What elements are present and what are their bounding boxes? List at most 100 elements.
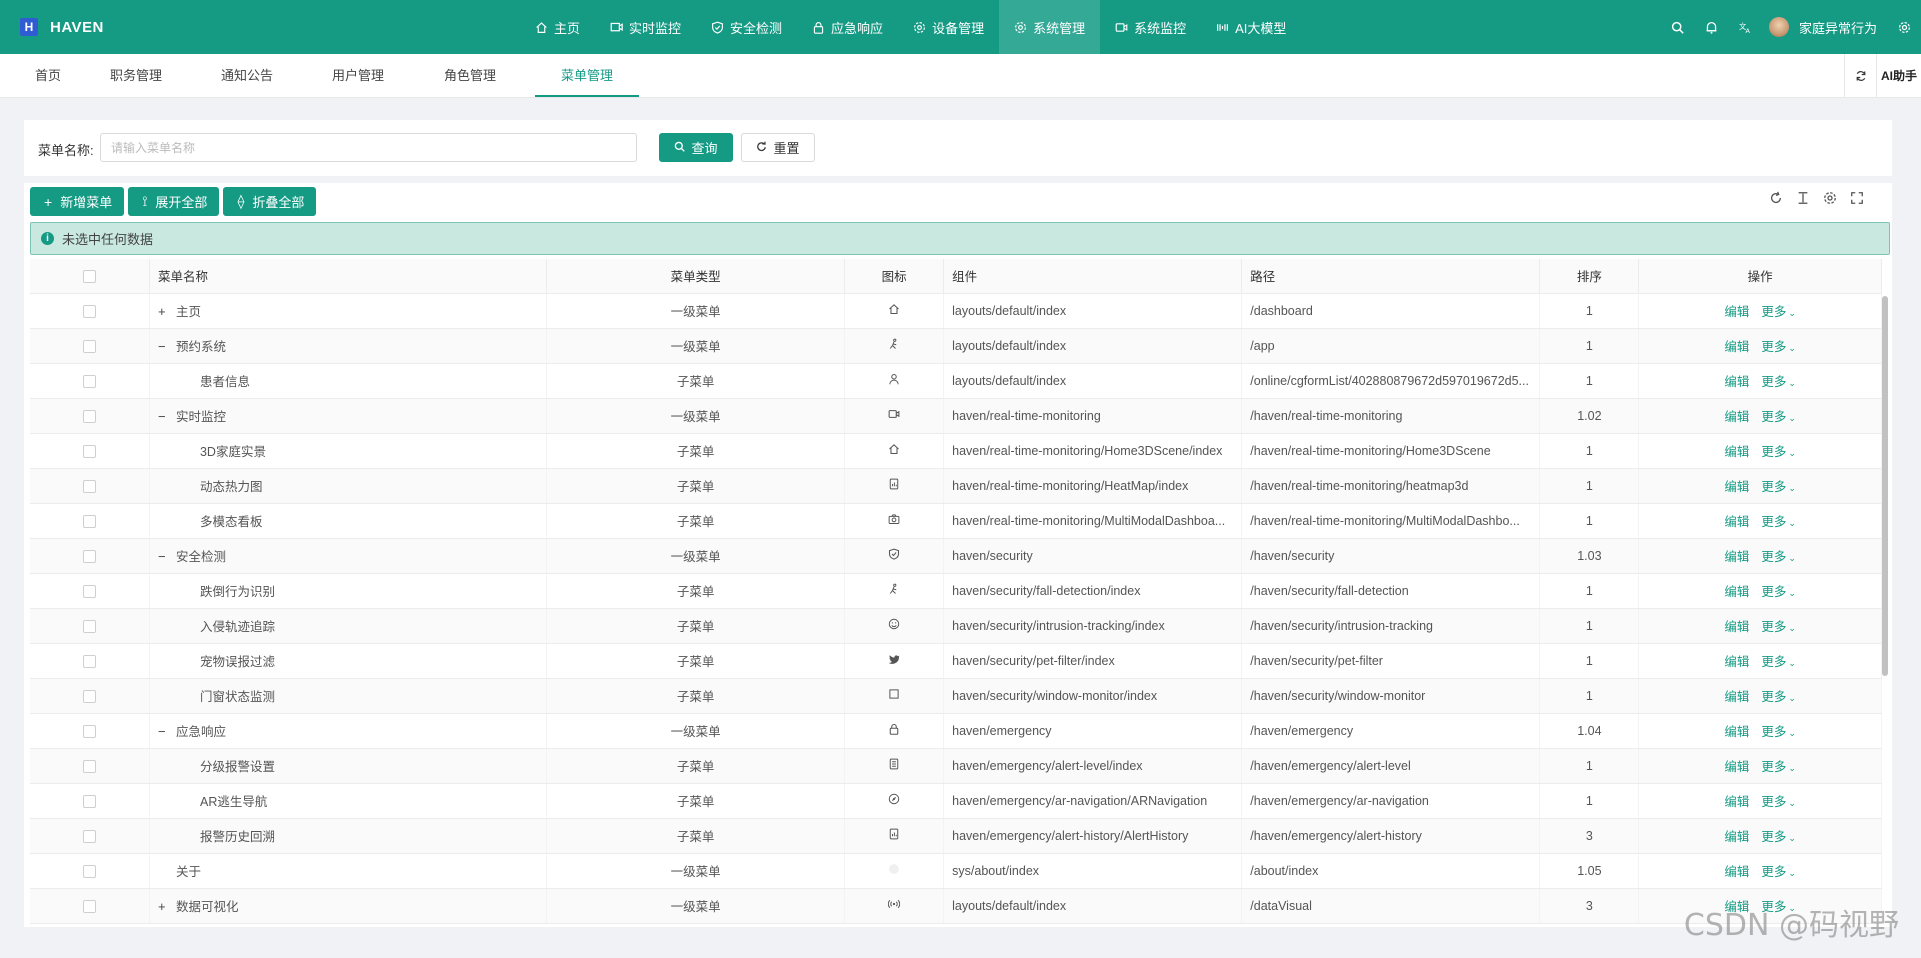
row-checkbox[interactable] xyxy=(30,678,150,714)
edit-link[interactable]: 编辑 xyxy=(1724,655,1749,669)
edit-link[interactable]: 编辑 xyxy=(1724,795,1749,809)
row-checkbox[interactable] xyxy=(30,363,150,399)
more-dropdown[interactable]: 更多 ⌄ xyxy=(1761,410,1796,424)
edit-link[interactable]: 编辑 xyxy=(1724,340,1749,354)
more-dropdown[interactable]: 更多 ⌄ xyxy=(1761,585,1796,599)
edit-link[interactable]: 编辑 xyxy=(1724,480,1749,494)
more-dropdown[interactable]: 更多 ⌄ xyxy=(1761,375,1796,389)
table-row[interactable]: 跌倒行为识别 子菜单 haven/security/fall-detection/i… xyxy=(30,573,1882,609)
row-checkbox[interactable] xyxy=(30,783,150,819)
search-icon[interactable] xyxy=(1661,21,1695,34)
collapse-row-icon[interactable]: − xyxy=(158,409,172,424)
row-checkbox[interactable] xyxy=(30,538,150,574)
collapse-row-icon[interactable]: − xyxy=(158,549,172,564)
refresh-icon[interactable] xyxy=(1844,54,1876,97)
edit-link[interactable]: 编辑 xyxy=(1724,690,1749,704)
more-dropdown[interactable]: 更多 ⌄ xyxy=(1761,445,1796,459)
expand-all-button[interactable]: ⟟ 展开全部 xyxy=(128,187,220,216)
ai-assistant-button[interactable]: AI助手 xyxy=(1876,54,1921,97)
edit-link[interactable]: 编辑 xyxy=(1724,760,1749,774)
row-checkbox[interactable] xyxy=(30,643,150,679)
edit-link[interactable]: 编辑 xyxy=(1724,620,1749,634)
add-menu-button[interactable]: + 新增菜单 xyxy=(30,187,125,216)
expand-row-icon[interactable]: + xyxy=(158,899,172,914)
more-dropdown[interactable]: 更多 ⌄ xyxy=(1761,760,1796,774)
table-row[interactable]: AR逃生导航 子菜单 haven/emergency/ar-navigation/A… xyxy=(30,783,1882,819)
more-dropdown[interactable]: 更多 ⌄ xyxy=(1761,830,1796,844)
edit-link[interactable]: 编辑 xyxy=(1724,550,1749,564)
more-dropdown[interactable]: 更多 ⌄ xyxy=(1761,655,1796,669)
row-checkbox[interactable] xyxy=(30,818,150,854)
nav-item-5[interactable]: 系统管理 xyxy=(999,0,1101,54)
nav-item-7[interactable]: AI大模型 xyxy=(1201,0,1301,54)
row-checkbox[interactable] xyxy=(30,503,150,539)
edit-link[interactable]: 编辑 xyxy=(1724,305,1749,319)
nav-item-0[interactable]: 主页 xyxy=(520,0,595,54)
table-row[interactable]: − 预约系统 一级菜单 layouts/default/index/app 1 编辑 更多 ⌄ xyxy=(30,328,1882,364)
more-dropdown[interactable]: 更多 ⌄ xyxy=(1761,865,1796,879)
more-dropdown[interactable]: 更多 ⌄ xyxy=(1761,305,1796,319)
edit-link[interactable]: 编辑 xyxy=(1724,865,1749,879)
table-row[interactable]: 分级报警设置 子菜单 haven/emergency/alert-level/ind… xyxy=(30,748,1882,784)
more-dropdown[interactable]: 更多 ⌄ xyxy=(1761,550,1796,564)
nav-item-3[interactable]: 应急响应 xyxy=(797,0,898,54)
menu-name-input[interactable] xyxy=(100,133,637,162)
edit-link[interactable]: 编辑 xyxy=(1724,515,1749,529)
tab-user-management[interactable]: 用户管理 xyxy=(332,54,384,97)
row-checkbox[interactable] xyxy=(30,328,150,364)
edit-link[interactable]: 编辑 xyxy=(1724,830,1749,844)
tab-notice[interactable]: 通知公告 xyxy=(221,54,273,97)
table-scrollbar[interactable] xyxy=(1882,296,1888,676)
collapse-row-icon[interactable]: − xyxy=(158,339,172,354)
more-dropdown[interactable]: 更多 ⌄ xyxy=(1761,515,1796,529)
row-checkbox[interactable] xyxy=(30,433,150,469)
more-dropdown[interactable]: 更多 ⌄ xyxy=(1761,725,1796,739)
table-row[interactable]: + 主页 一级菜单 layouts/default/index/dashboard 1 编… xyxy=(30,293,1882,329)
table-row[interactable]: 门窗状态监测 子菜单 haven/security/window-monitor/i… xyxy=(30,678,1882,714)
more-dropdown[interactable]: 更多 ⌄ xyxy=(1761,340,1796,354)
nav-item-1[interactable]: 实时监控 xyxy=(595,0,696,54)
tab-menu-management[interactable]: 菜单管理 xyxy=(535,54,639,97)
settings-gear-icon[interactable] xyxy=(1887,21,1921,34)
table-row[interactable]: 多模态看板 子菜单 haven/real-time-monitoring/Multi… xyxy=(30,503,1882,539)
fullscreen-icon[interactable] xyxy=(1843,191,1870,205)
row-checkbox[interactable] xyxy=(30,293,150,329)
table-row[interactable]: 宠物误报过滤 子菜单 haven/security/pet-filter/index… xyxy=(30,643,1882,679)
collapse-all-button[interactable]: ⟠ 折叠全部 xyxy=(223,187,317,216)
nav-item-4[interactable]: 设备管理 xyxy=(898,0,999,54)
bell-icon[interactable] xyxy=(1695,21,1729,34)
row-checkbox[interactable] xyxy=(30,468,150,504)
table-row[interactable]: 关于 一级菜单 sys/about/index/about/index 1.05 编辑更… xyxy=(30,853,1882,889)
more-dropdown[interactable]: 更多 ⌄ xyxy=(1761,480,1796,494)
edit-link[interactable]: 编辑 xyxy=(1724,445,1749,459)
edit-link[interactable]: 编辑 xyxy=(1724,585,1749,599)
table-row[interactable]: 报警历史回溯 子菜单 haven/emergency/alert-history/A… xyxy=(30,818,1882,854)
more-dropdown[interactable]: 更多 ⌄ xyxy=(1761,620,1796,634)
username[interactable]: 家庭异常行为 xyxy=(1799,18,1877,37)
table-row[interactable]: + 数据可视化 一级菜单 layouts/default/index/dataVisu… xyxy=(30,888,1882,924)
column-height-icon[interactable] xyxy=(1789,191,1816,205)
row-checkbox[interactable] xyxy=(30,608,150,644)
row-checkbox[interactable] xyxy=(30,573,150,609)
tab-position-management[interactable]: 职务管理 xyxy=(110,54,162,97)
nav-item-6[interactable]: 系统监控 xyxy=(1100,0,1201,54)
edit-link[interactable]: 编辑 xyxy=(1724,375,1749,389)
table-row[interactable]: 动态热力图 子菜单 haven/real-time-monitoring/HeatM… xyxy=(30,468,1882,504)
query-button[interactable]: 查询 xyxy=(659,133,733,162)
row-checkbox[interactable] xyxy=(30,748,150,784)
row-checkbox[interactable] xyxy=(30,888,150,924)
tab-role-management[interactable]: 角色管理 xyxy=(444,54,496,97)
tab-home[interactable]: 首页 xyxy=(35,54,61,97)
collapse-row-icon[interactable]: − xyxy=(158,724,172,739)
edit-link[interactable]: 编辑 xyxy=(1724,725,1749,739)
setting-icon[interactable] xyxy=(1816,191,1843,205)
logo[interactable]: H HAVEN xyxy=(0,18,520,36)
table-row[interactable]: 3D家庭实景 子菜单 haven/real-time-monitoring/Home… xyxy=(30,433,1882,469)
table-row[interactable]: − 应急响应 一级菜单 haven/emergency/haven/emergency… xyxy=(30,713,1882,749)
edit-link[interactable]: 编辑 xyxy=(1724,410,1749,424)
select-all-checkbox[interactable] xyxy=(30,259,150,294)
table-row[interactable]: − 实时监控 一级菜单 haven/real-time-monitoring/have… xyxy=(30,398,1882,434)
more-dropdown[interactable]: 更多 ⌄ xyxy=(1761,690,1796,704)
row-checkbox[interactable] xyxy=(30,713,150,749)
translate-icon[interactable]: 文A xyxy=(1729,21,1763,34)
